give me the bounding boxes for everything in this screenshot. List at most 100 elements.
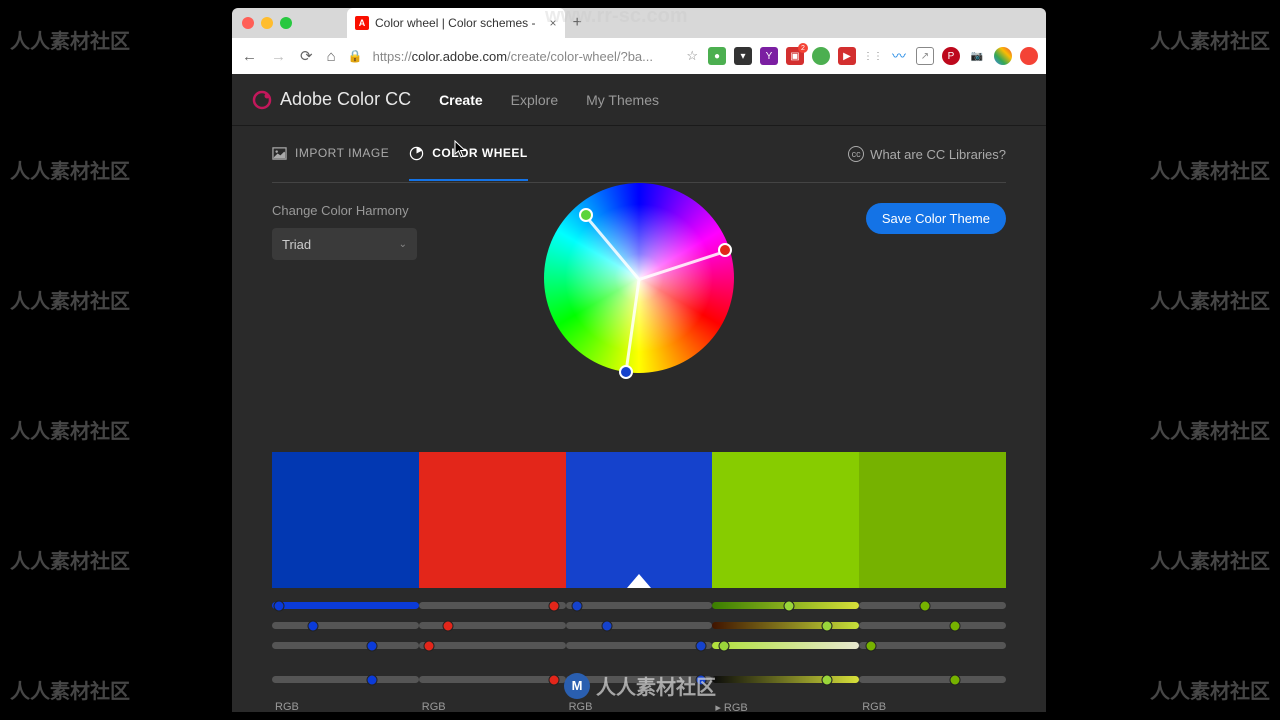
slider-handle[interactable] [601,621,612,632]
slider[interactable] [419,640,566,652]
slider[interactable] [712,640,859,652]
slider-handle[interactable] [366,641,377,652]
url-field[interactable]: https://color.adobe.com/create/color-whe… [373,49,677,64]
slider-handle[interactable] [308,621,319,632]
extension-icon[interactable]: ⋮⋮ [864,47,882,65]
slider-handle[interactable] [424,641,435,652]
slider-handle[interactable] [548,675,559,686]
slider[interactable] [566,600,713,612]
slider-handle[interactable] [695,641,706,652]
back-button[interactable]: ← [240,46,259,67]
tab-color-wheel[interactable]: COLOR WHEEL [409,128,528,181]
rgb-label-text: RGB [569,701,593,712]
rgb-label[interactable]: RGB [275,701,416,712]
extension-icon[interactable]: 📷 [968,47,986,65]
swatch-4[interactable] [859,452,1006,588]
home-button[interactable]: ⌂ [325,46,338,67]
nav-mythemes[interactable]: My Themes [586,92,659,108]
new-tab-button[interactable]: + [573,14,582,32]
watermark-cn: 人人素材社区 [10,285,130,314]
slider[interactable] [272,640,419,652]
slider[interactable] [859,640,1006,652]
slider[interactable] [272,674,419,686]
extension-icon[interactable]: ▣2 [786,47,804,65]
extension-icon[interactable]: ▶ [838,47,856,65]
harmony-dropdown[interactable]: Triad ⌄ [272,228,417,260]
slider[interactable] [859,674,1006,686]
browser-tab[interactable]: A Color wheel | Color schemes - × [347,8,565,38]
rgb-label[interactable]: ▸RGB [715,701,856,712]
slider[interactable] [566,640,713,652]
slider-handle[interactable] [572,601,583,612]
nav-create[interactable]: Create [439,92,483,108]
slider-handle[interactable] [548,601,559,612]
slider[interactable] [859,620,1006,632]
slider-handle[interactable] [865,641,876,652]
extension-icon[interactable]: ↗ [916,47,934,65]
slider[interactable] [712,620,859,632]
slider[interactable] [712,674,859,686]
slider-track [712,676,859,683]
slider[interactable] [712,600,859,612]
swatch-1[interactable] [419,452,566,588]
slider-handle[interactable] [366,675,377,686]
slider-handle[interactable] [949,675,960,686]
color-wheel[interactable] [544,183,734,373]
reload-button[interactable]: ⟳ [298,45,315,67]
forward-button[interactable]: → [269,46,288,67]
slider-track [859,642,1006,649]
extension-icon[interactable]: 〰 [890,47,908,65]
rgb-cell: RGB0 [566,701,713,712]
wheel-marker[interactable] [718,243,732,257]
extension-icon[interactable] [1020,47,1038,65]
profile-avatar-icon[interactable] [994,47,1012,65]
wheel-marker[interactable] [579,208,593,222]
slider-handle[interactable] [821,675,832,686]
color-wheel-logo-icon [252,90,272,110]
slider-handle[interactable] [783,601,794,612]
slider[interactable] [272,600,419,612]
watermark-logo-text: 人人素材社区 [596,671,716,700]
extension-icon[interactable] [812,47,830,65]
extension-icon[interactable]: ▾ [734,47,752,65]
slider-handle[interactable] [443,621,454,632]
slider[interactable] [419,620,566,632]
slider[interactable] [272,620,419,632]
url-path: /create/color-wheel/?ba... [507,49,653,64]
nav-explore[interactable]: Explore [511,92,558,108]
slider[interactable] [419,674,566,686]
lock-icon[interactable]: 🔒 [348,49,363,63]
slider-handle[interactable] [274,601,285,612]
swatch-3[interactable] [712,452,859,588]
save-theme-button[interactable]: Save Color Theme [866,203,1006,234]
swatch-2[interactable] [566,452,713,588]
tab-close-icon[interactable]: × [550,16,557,30]
rgb-label[interactable]: RGB [569,701,710,712]
extension-icon[interactable]: ● [708,47,726,65]
swatch-row [272,452,1006,588]
bookmark-star-icon[interactable]: ☆ [686,48,698,64]
slider-handle[interactable] [821,621,832,632]
slider[interactable] [566,620,713,632]
slider-handle[interactable] [949,621,960,632]
close-window-button[interactable] [242,17,254,29]
cc-libraries-link[interactable]: cc What are CC Libraries? [848,146,1006,162]
rgb-label[interactable]: RGB [862,701,1003,712]
minimize-window-button[interactable] [261,17,273,29]
tab-import-image[interactable]: IMPORT IMAGE [272,128,389,181]
url-host: color.adobe.com [412,49,507,64]
wheel-marker[interactable] [619,365,633,379]
extension-icon[interactable]: P [942,47,960,65]
slider-track [419,642,566,649]
swatch-0[interactable] [272,452,419,588]
bottom-watermark-logo: M 人人素材社区 [564,671,716,700]
slider-handle[interactable] [719,641,730,652]
slider-handle[interactable] [920,601,931,612]
adobe-color-logo[interactable]: Adobe Color CC [252,89,411,110]
maximize-window-button[interactable] [280,17,292,29]
watermark-cn: 人人素材社区 [1150,415,1270,444]
slider[interactable] [419,600,566,612]
slider[interactable] [859,600,1006,612]
extension-icon[interactable]: Y [760,47,778,65]
rgb-label[interactable]: RGB [422,701,563,712]
